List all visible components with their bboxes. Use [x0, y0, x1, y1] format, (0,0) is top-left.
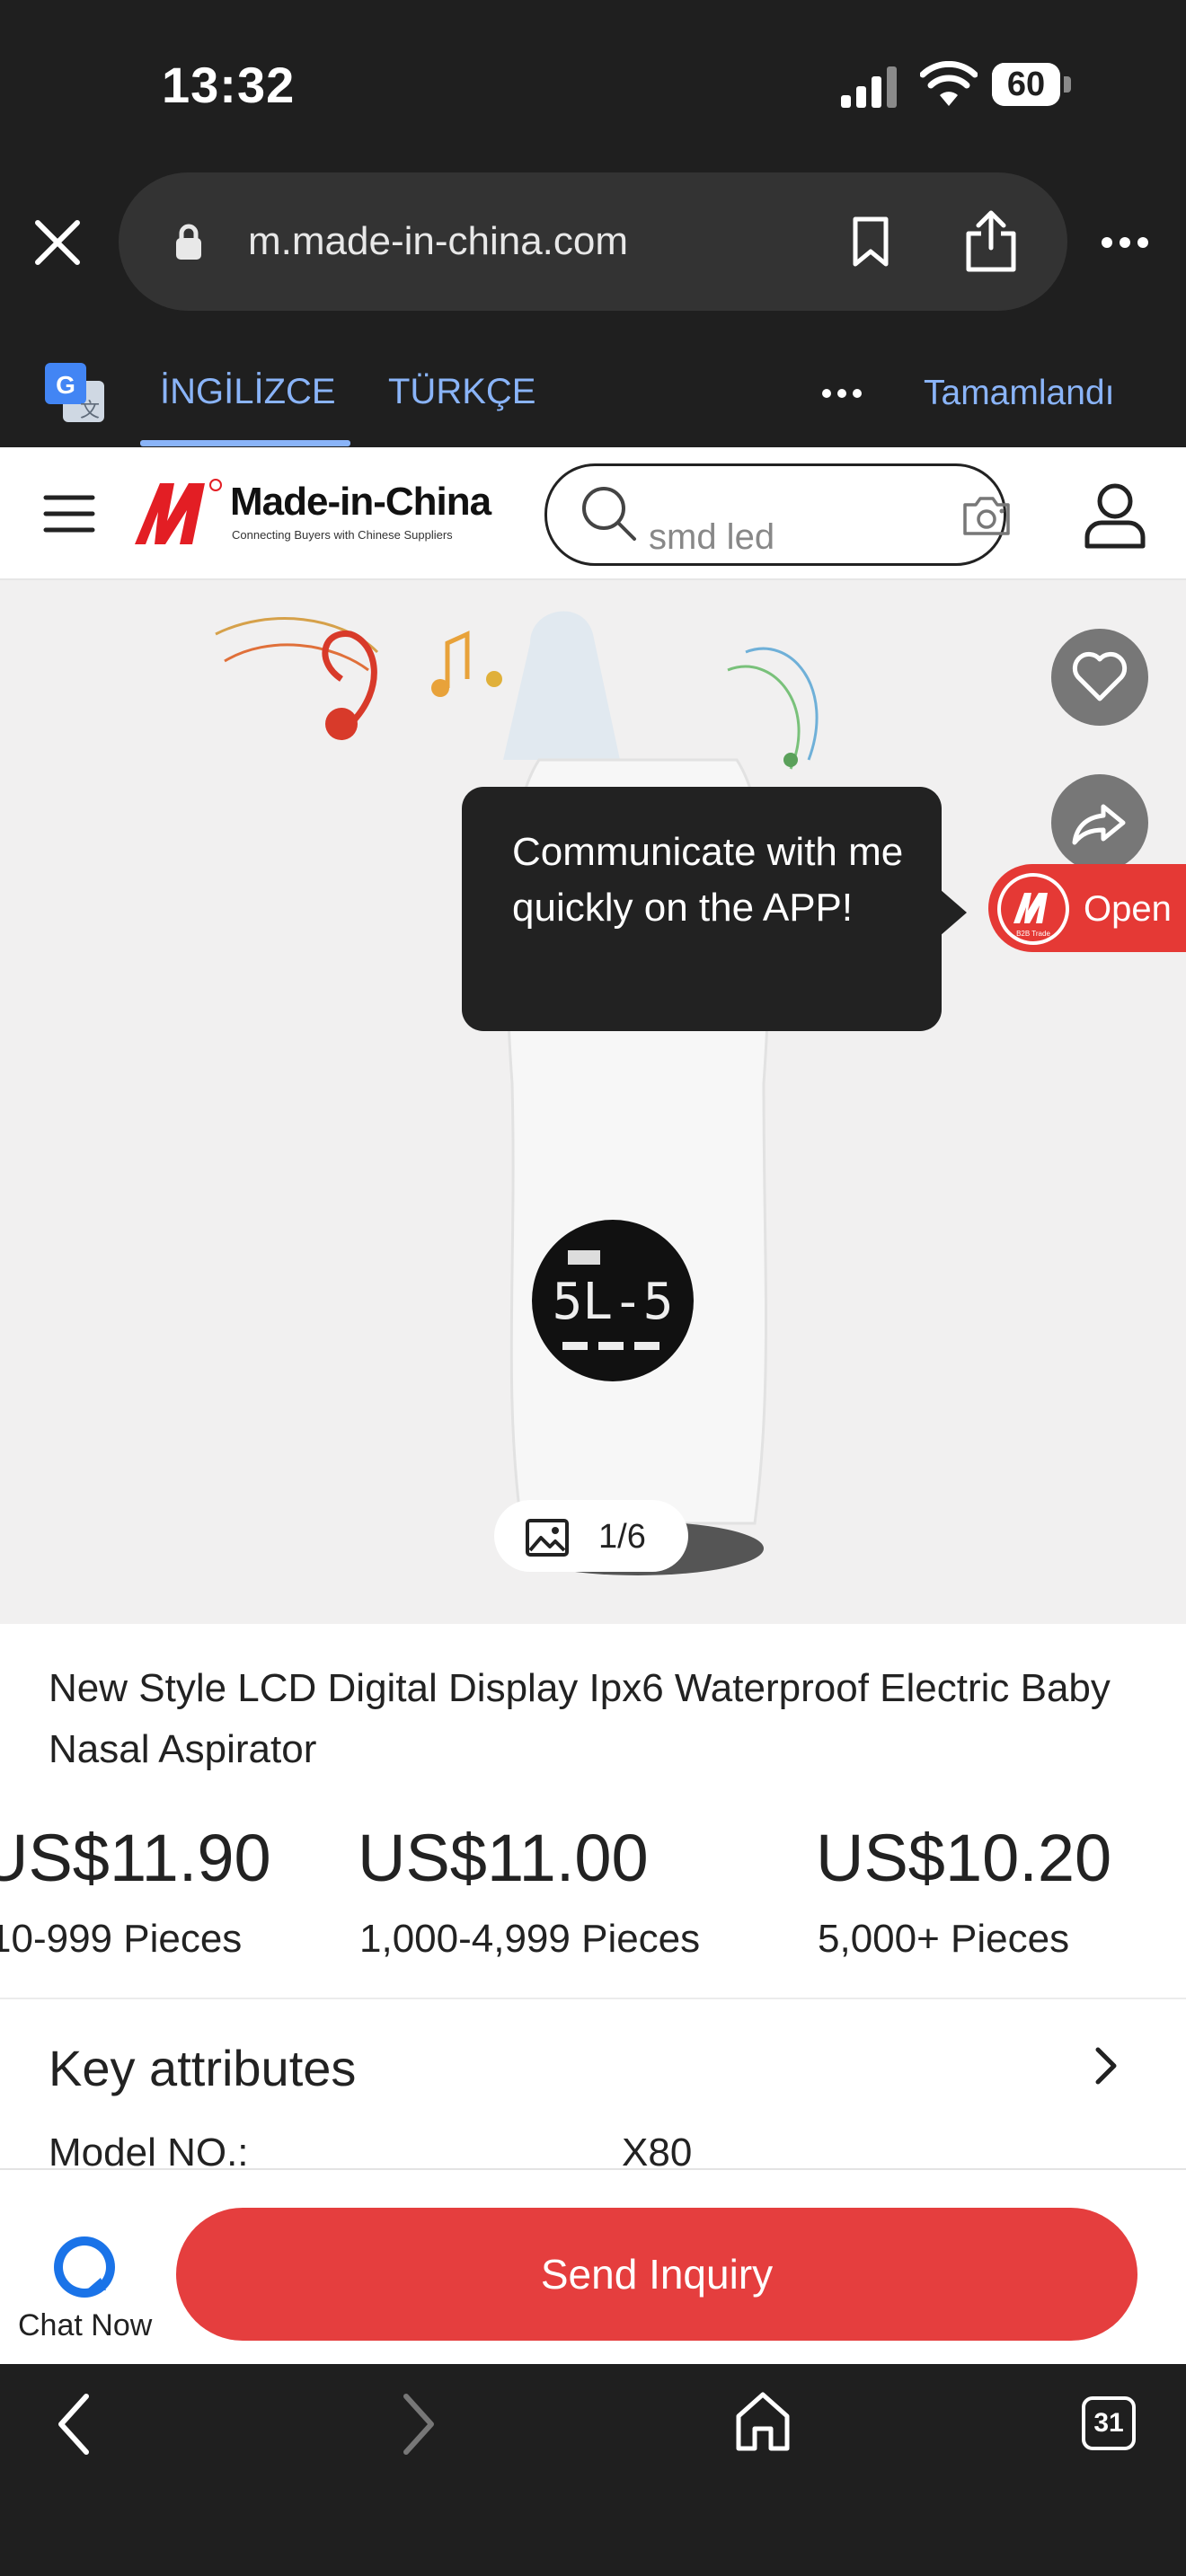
bookmark-icon[interactable]	[848, 216, 893, 269]
logo-tagline: Connecting Buyers with Chinese Suppliers	[232, 528, 453, 542]
image-icon	[526, 1519, 569, 1557]
product-title: New Style LCD Digital Display Ipx6 Water…	[49, 1666, 1111, 1771]
chevron-right-icon[interactable]	[1091, 2046, 1121, 2086]
share-product-button[interactable]	[1051, 774, 1148, 871]
price-tier-3-quantity: 5,000+ Pieces	[818, 1917, 1070, 1961]
chat-icon[interactable]	[52, 2235, 117, 2299]
tooltip-text: Communicate with me quickly on the APP!	[512, 830, 904, 930]
svg-text:G: G	[56, 371, 75, 399]
price-tier-1-price: US$11.90	[0, 1821, 271, 1895]
back-icon[interactable]	[52, 2391, 97, 2457]
price-tier-3-price: US$10.20	[816, 1821, 1112, 1895]
tab-language-turkish[interactable]: TÜRKÇE	[388, 372, 535, 412]
site-logo[interactable]: Made-in-China Connecting Buyers with Chi…	[133, 476, 492, 548]
more-options-icon[interactable]	[1100, 232, 1150, 253]
lock-icon	[176, 224, 201, 260]
tabs-button[interactable]: 31	[1082, 2396, 1136, 2450]
translate-more-icon[interactable]	[821, 386, 863, 401]
heart-icon	[1072, 651, 1128, 701]
search-icon	[582, 487, 636, 541]
browser-bottom-toolbar	[0, 2364, 1186, 2576]
close-icon[interactable]	[32, 217, 83, 268]
send-inquiry-button[interactable]: Send Inquiry	[176, 2208, 1137, 2341]
svg-text:B2B Trade: B2B Trade	[1016, 930, 1050, 938]
price-tier-2-quantity: 1,000-4,999 Pieces	[359, 1917, 701, 1961]
camera-search-icon[interactable]	[960, 496, 1013, 537]
google-translate-icon: G 文	[45, 363, 104, 422]
product-image: 5L-5	[215, 611, 819, 1575]
image-counter-text: 1/6	[598, 1518, 646, 1556]
url-text[interactable]: m.made-in-china.com	[248, 219, 628, 264]
share-arrow-icon	[1072, 804, 1126, 845]
favorite-button[interactable]	[1051, 629, 1148, 726]
key-attributes-heading[interactable]: Key attributes	[49, 2039, 356, 2097]
tabs-count: 31	[1093, 2408, 1124, 2438]
wifi-icon	[920, 61, 978, 106]
hamburger-menu-icon[interactable]	[43, 492, 95, 535]
battery-percent: 60	[1006, 66, 1046, 103]
divider	[0, 1998, 1186, 1999]
price-tier-1-quantity: 10-999 Pieces	[0, 1917, 243, 1961]
product-image-gallery[interactable]: 5L-5	[0, 580, 1186, 1624]
chat-now-label[interactable]: Chat Now	[18, 2308, 152, 2343]
battery-icon: 60	[992, 63, 1073, 108]
send-inquiry-label: Send Inquiry	[540, 2251, 774, 2298]
tab-language-english[interactable]: İNGİLİZCE	[160, 372, 336, 412]
svg-text:文: 文	[80, 400, 100, 422]
forward-icon[interactable]	[395, 2391, 440, 2457]
svg-text:5L-5: 5L-5	[553, 1273, 674, 1331]
made-in-china-logo-mark	[135, 479, 222, 544]
share-icon[interactable]	[961, 208, 1021, 273]
price-tier-2-price: US$11.00	[358, 1821, 649, 1895]
logo-name: Made-in-China	[230, 480, 491, 524]
image-counter[interactable]	[494, 1500, 688, 1572]
active-tab-indicator	[140, 440, 350, 446]
b2b-trade-app-icon[interactable]: B2B Trade	[997, 873, 1069, 945]
status-time: 13:32	[162, 57, 296, 113]
open-app-label[interactable]: Open	[1084, 889, 1172, 930]
search-placeholder[interactable]: smd led	[649, 517, 774, 558]
cellular-signal-icon	[841, 66, 897, 108]
home-icon[interactable]	[733, 2389, 792, 2454]
account-icon[interactable]	[1084, 481, 1146, 550]
tooltip-arrow	[940, 889, 967, 936]
translate-done-button[interactable]: Tamamlandı	[924, 374, 1114, 413]
